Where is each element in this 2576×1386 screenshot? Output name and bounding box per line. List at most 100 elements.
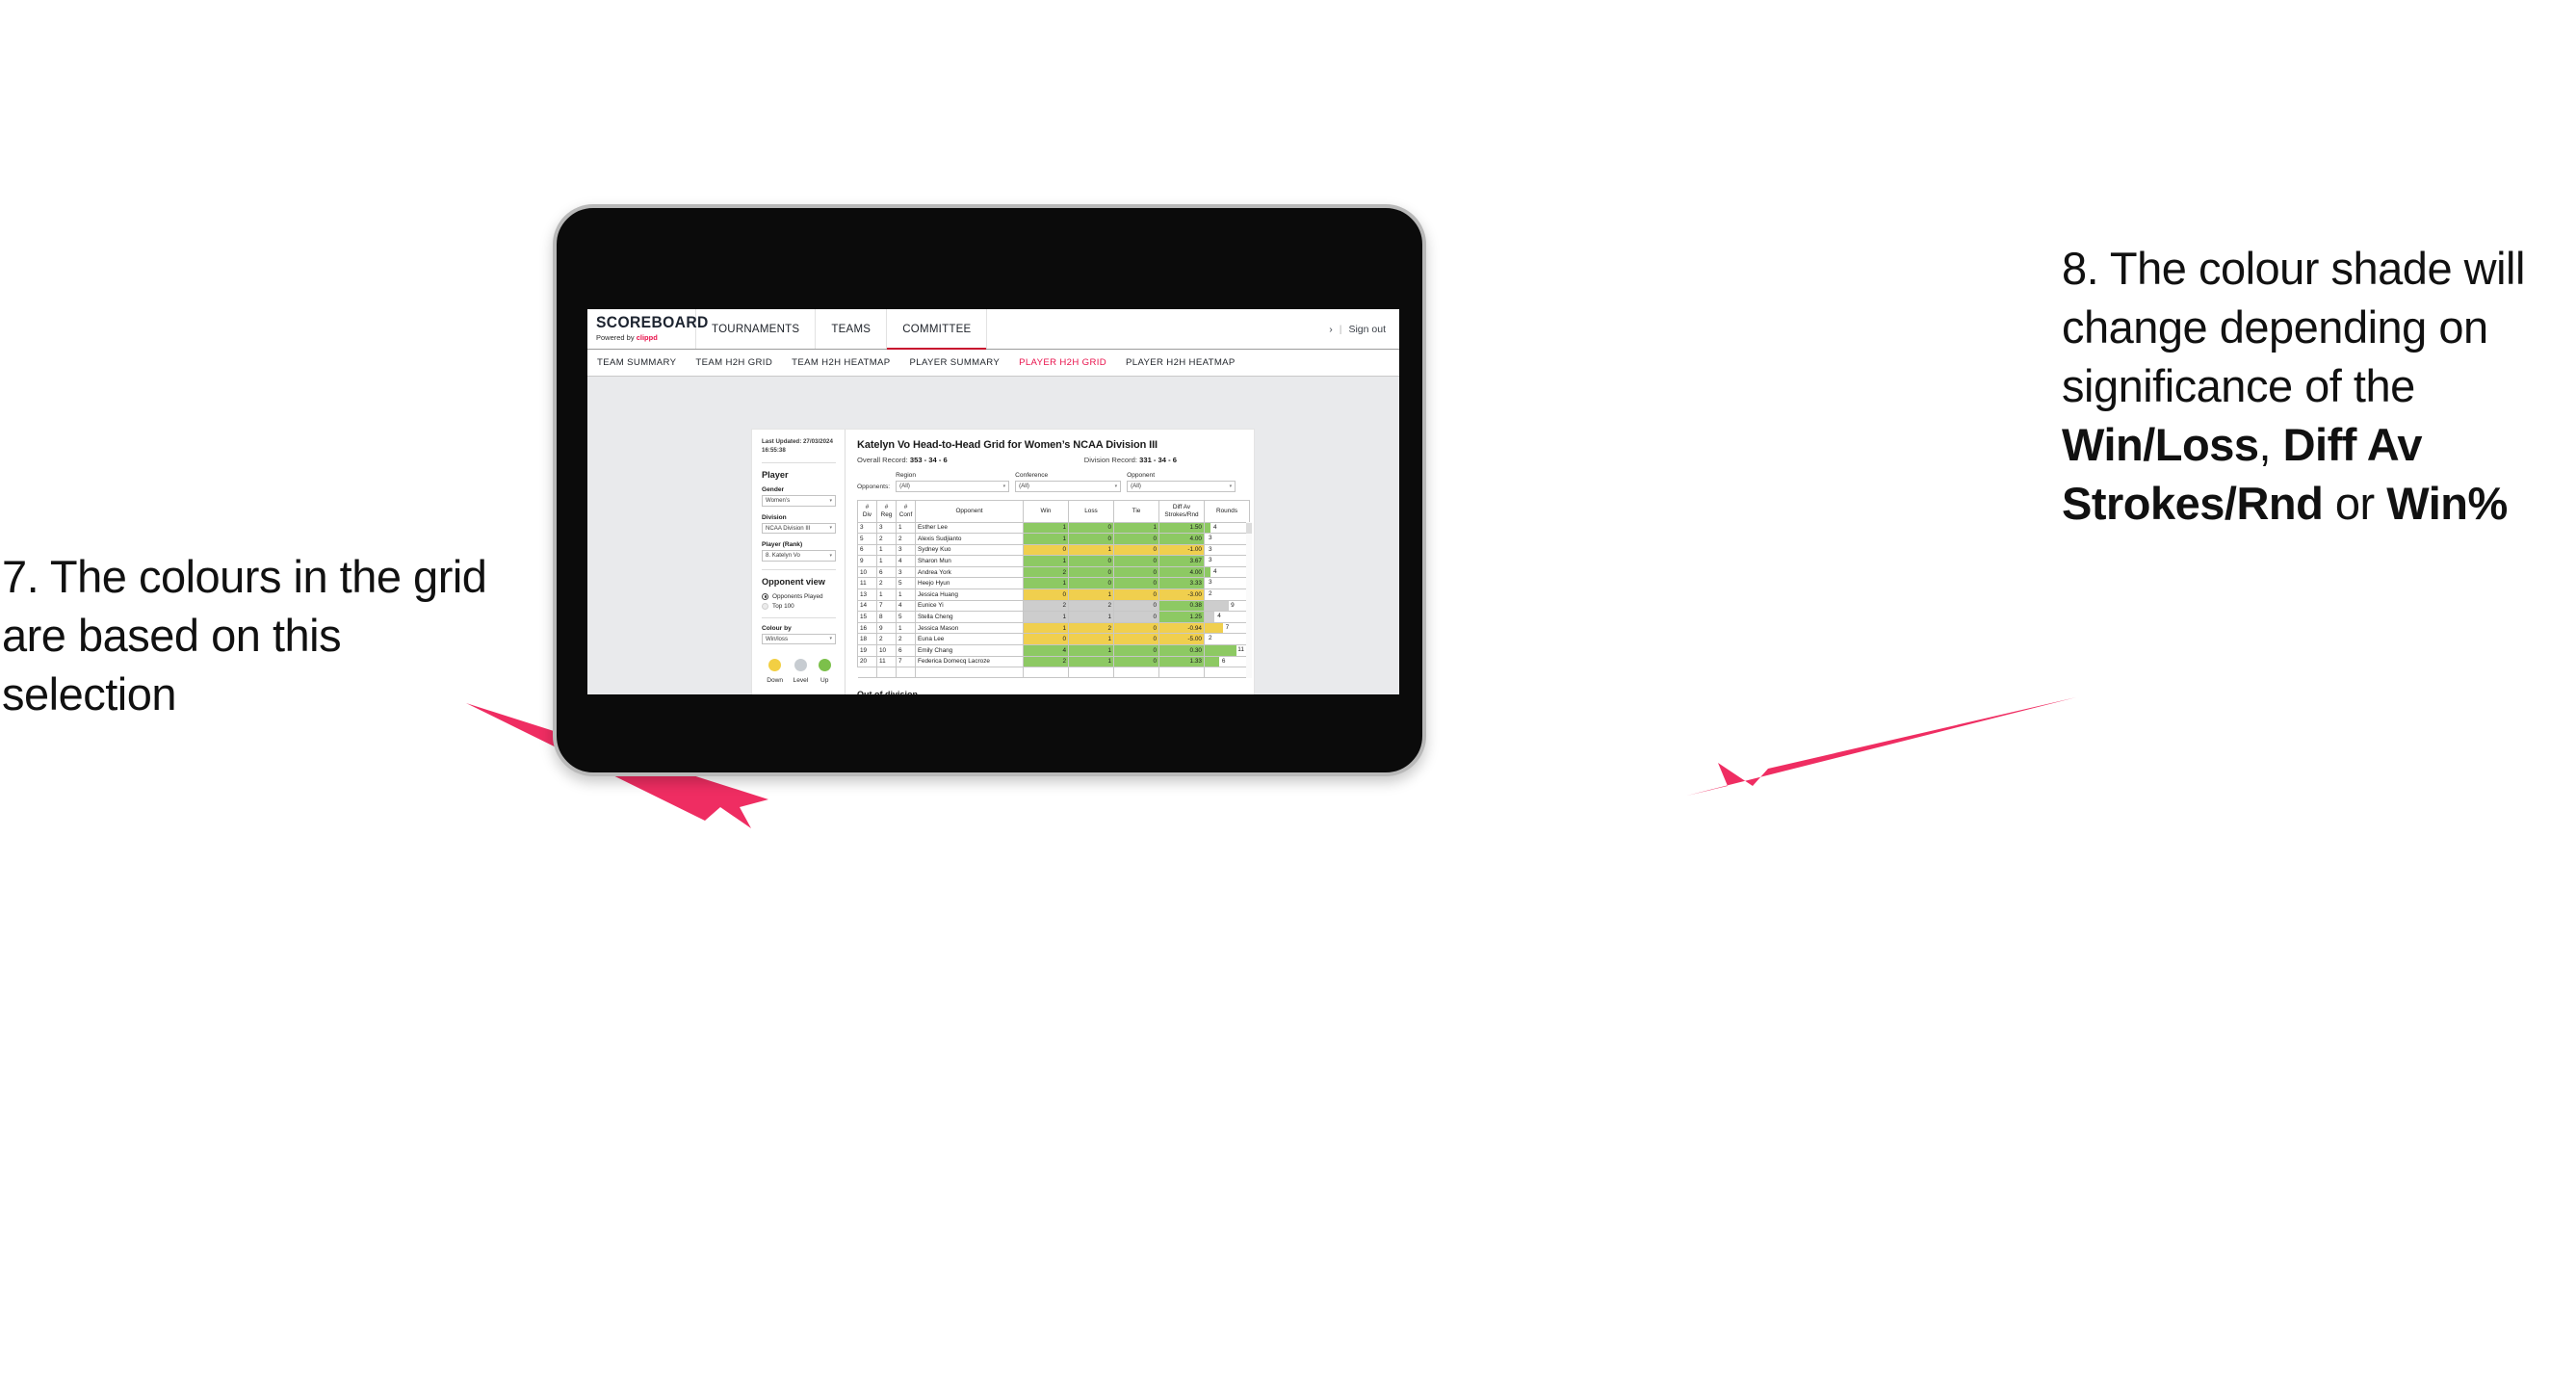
cell-diff: -0.94 [1158, 621, 1205, 635]
radio-top-100[interactable]: Top 100 [762, 602, 836, 610]
cell-div: 5 [857, 533, 877, 545]
cell-opponent: Federica Domecq Lacroze [915, 655, 1024, 668]
nav-committee[interactable]: COMMITTEE [887, 309, 988, 350]
h2h-grid-head: # Div # Reg # Conf Opponent Win Loss Tie Di… [857, 499, 1250, 523]
annotation-8-bold-winpct: Win% [2386, 478, 2508, 530]
cell-tie: 0 [1113, 621, 1159, 635]
division-label: Division [762, 513, 787, 521]
table-row[interactable]: 20 11 7 Federica Domecq Lacroze 2 1 0 1.33 6 [857, 655, 1250, 668]
opponent-filter: Opponent (All) ▾ [1127, 472, 1236, 492]
player-rank-select[interactable]: 8. Katelyn Vo ▾ [762, 550, 836, 562]
table-row[interactable]: 5 2 2 Alexis Sudjianto 1 0 0 4.00 3 [857, 533, 1250, 545]
rounds-value: 2 [1209, 635, 1212, 642]
cell-div: 6 [857, 543, 877, 557]
cell-opponent: Stella Cheng [915, 611, 1024, 623]
division-select-value: NCAA Division III [766, 524, 811, 532]
gender-select[interactable]: Women’s ▾ [762, 495, 836, 507]
cell-diff: 3.67 [1158, 555, 1205, 567]
cell-conf: 2 [896, 633, 916, 646]
cell-rounds: 6 [1204, 655, 1250, 668]
division-select[interactable]: NCAA Division III ▾ [762, 522, 836, 535]
cell-rounds: 3 [1204, 555, 1250, 567]
table-row[interactable]: 3 3 1 Esther Lee 1 0 1 1.50 4 [857, 521, 1250, 535]
table-row[interactable]: 9 1 4 Sharon Mun 1 0 0 3.67 3 [857, 555, 1250, 567]
cell-conf: 7 [896, 655, 916, 668]
nav-teams[interactable]: TEAMS [816, 309, 888, 349]
cell-win: 2 [1023, 565, 1069, 579]
rounds-value: 11 [1237, 646, 1244, 654]
cell-tie: 0 [1113, 599, 1159, 613]
grid-scrollbar-track[interactable] [1246, 521, 1252, 678]
col-reg-header: # Reg [876, 499, 897, 523]
cell-opponent: Esther Lee [915, 521, 1024, 535]
nav-tournaments[interactable]: TOURNAMENTS [696, 309, 817, 349]
table-row[interactable]: 16 9 1 Jessica Mason 1 2 0 -0.94 7 [857, 621, 1250, 635]
header-divider: | [1339, 323, 1342, 335]
rounds-bar [1205, 567, 1210, 578]
rounds-bar [1205, 612, 1215, 622]
subnav-player-h2h-grid[interactable]: PLAYER H2H GRID [1019, 357, 1106, 368]
table-row[interactable]: 19 10 6 Emily Chang 4 1 0 0.30 11 [857, 644, 1250, 657]
cell-diff: 0.30 [1158, 644, 1205, 657]
cell-win: 0 [1023, 633, 1069, 646]
legend-item-level: Level [794, 659, 808, 684]
cell-reg: 9 [876, 621, 897, 635]
cell-reg: 3 [876, 521, 897, 535]
cell-reg: 7 [876, 599, 897, 613]
cell-win: 1 [1023, 533, 1069, 545]
cell-tie: 0 [1113, 644, 1159, 657]
pane-divider-3 [762, 616, 836, 618]
cell-filler [1204, 667, 1250, 678]
cell-conf: 5 [896, 611, 916, 623]
table-row[interactable]: 18 2 2 Euna Lee 0 1 0 -5.00 2 [857, 633, 1250, 646]
subnav-player-summary[interactable]: PLAYER SUMMARY [910, 357, 1001, 368]
cell-opponent: Heejo Hyun [915, 577, 1024, 590]
sign-out-link[interactable]: Sign out [1348, 324, 1386, 335]
cell-opponent: Euna Lee [915, 633, 1024, 646]
cell-diff: -3.00 [1158, 588, 1205, 601]
table-row[interactable]: 14 7 4 Eunice Yi 2 2 0 0.38 9 [857, 599, 1250, 613]
rounds-value: 4 [1213, 523, 1217, 531]
chevron-right-icon[interactable]: › [1329, 324, 1333, 335]
rounds-bar [1205, 522, 1210, 533]
region-filter: Region (All) ▾ [896, 472, 1010, 492]
rounds-bar [1205, 657, 1220, 667]
subnav-player-h2h-heatmap[interactable]: PLAYER H2H HEATMAP [1126, 357, 1236, 368]
cell-win: 1 [1023, 555, 1069, 567]
region-filter-select[interactable]: (All) ▾ [896, 481, 1010, 492]
opponent-filter-select[interactable]: (All) ▾ [1127, 481, 1236, 492]
radio-top-100-label: Top 100 [772, 602, 794, 610]
slide-canvas: 7. The colours in the grid are based on … [0, 0, 2576, 1386]
col-win-header: Win [1023, 499, 1069, 523]
subnav-team-h2h-heatmap[interactable]: TEAM H2H HEATMAP [792, 357, 890, 368]
cell-tie: 0 [1113, 577, 1159, 590]
table-row[interactable]: 10 6 3 Andrea York 2 0 0 4.00 4 [857, 565, 1250, 579]
cell-filler [896, 667, 916, 678]
colour-by-select[interactable]: Win/loss ▾ [762, 633, 836, 645]
cell-conf: 2 [896, 533, 916, 545]
annotation-8-sep1: , [2258, 419, 2283, 471]
table-row[interactable]: 6 1 3 Sydney Kuo 0 1 0 -1.00 3 [857, 543, 1250, 557]
filter-pane: Last Updated: 27/03/2024 16:55:38 Player… [752, 430, 846, 694]
last-updated-text: Last Updated: 27/03/2024 16:55:38 [762, 438, 833, 454]
cell-div: 18 [857, 633, 877, 646]
chevron-down-icon: ▾ [1114, 483, 1118, 489]
radio-opponents-played[interactable]: Opponents Played [762, 592, 836, 600]
player-rank-select-value: 8. Katelyn Vo [766, 552, 800, 560]
rounds-value: 3 [1209, 545, 1212, 553]
grid-scrollbar-thumb[interactable] [1246, 522, 1252, 534]
subnav-team-h2h-grid[interactable]: TEAM H2H GRID [695, 357, 772, 368]
brand-logo[interactable]: SCOREBOARD Powered by clippd [587, 309, 708, 349]
pane-divider-1 [762, 462, 836, 464]
conference-filter-select[interactable]: (All) ▾ [1015, 481, 1122, 492]
cell-reg: 1 [876, 588, 897, 601]
table-row[interactable]: 11 2 5 Heejo Hyun 1 0 0 3.33 3 [857, 577, 1250, 590]
table-row[interactable]: 15 8 5 Stella Cheng 1 1 0 1.25 4 [857, 611, 1250, 623]
cell-reg: 10 [876, 644, 897, 657]
cell-rounds: 2 [1204, 633, 1250, 646]
overall-record-label: Overall Record: [857, 456, 910, 464]
cell-reg: 11 [876, 655, 897, 668]
cell-filler [1068, 667, 1114, 678]
table-row[interactable]: 13 1 1 Jessica Huang 0 1 0 -3.00 2 [857, 588, 1250, 601]
subnav-team-summary[interactable]: TEAM SUMMARY [597, 357, 676, 368]
